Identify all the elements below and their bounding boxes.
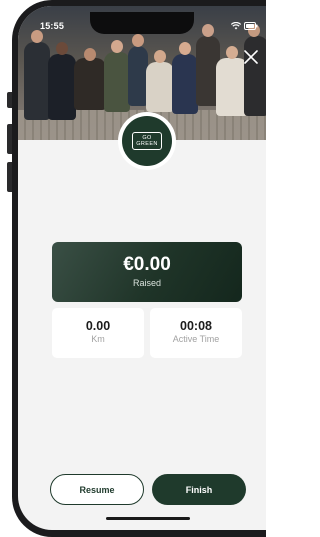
logo-circle: GO GREEN xyxy=(122,116,172,166)
status-time: 15:55 xyxy=(40,21,65,31)
side-button-volume-down xyxy=(7,162,12,192)
photo-person-head xyxy=(84,48,96,61)
device-notch xyxy=(90,12,194,34)
raised-label: Raised xyxy=(132,278,161,288)
photo-person-head xyxy=(179,42,191,55)
close-icon[interactable] xyxy=(240,46,262,68)
photo-person-head xyxy=(56,42,68,55)
photo-person-head xyxy=(202,24,214,37)
photo-person xyxy=(172,54,198,114)
distance-card: 0.00 Km xyxy=(52,308,144,358)
battery-icon xyxy=(244,22,258,30)
raised-amount: €0.00 xyxy=(123,254,171,275)
photo-person-head xyxy=(154,50,166,63)
logo-line-2: GREEN xyxy=(136,141,158,147)
go-green-logo: GO GREEN xyxy=(118,112,176,170)
active-time-card: 00:08 Active Time xyxy=(150,308,242,358)
distance-label: Km xyxy=(91,334,105,344)
active-time-value: 00:08 xyxy=(180,319,212,333)
finish-button[interactable]: Finish xyxy=(152,474,246,505)
photo-person xyxy=(146,62,174,112)
distance-value: 0.00 xyxy=(85,319,111,333)
phone-frame: 15:55 GO GREEN €0.00 Raised 0.00 Km 00:0… xyxy=(12,0,266,537)
resume-button[interactable]: Resume xyxy=(50,474,144,505)
photo-person xyxy=(24,42,50,120)
photo-person xyxy=(48,54,76,120)
photo-person-head xyxy=(31,30,43,43)
photo-person-head xyxy=(111,40,123,53)
wifi-icon xyxy=(231,22,241,30)
photo-person-head xyxy=(226,46,238,59)
raised-card: €0.00 Raised xyxy=(52,242,242,302)
side-button-silent xyxy=(7,92,12,108)
photo-person xyxy=(128,46,148,106)
photo-person-head xyxy=(132,34,144,47)
side-button-volume-up xyxy=(7,124,12,154)
home-indicator[interactable] xyxy=(106,517,190,520)
active-time-label: Active Time xyxy=(172,334,220,344)
photo-person xyxy=(104,52,130,112)
logo-text-box: GO GREEN xyxy=(132,132,162,150)
app-screen: 15:55 GO GREEN €0.00 Raised 0.00 Km 00:0… xyxy=(18,6,266,530)
photo-person xyxy=(74,58,106,110)
status-icons xyxy=(231,22,258,30)
